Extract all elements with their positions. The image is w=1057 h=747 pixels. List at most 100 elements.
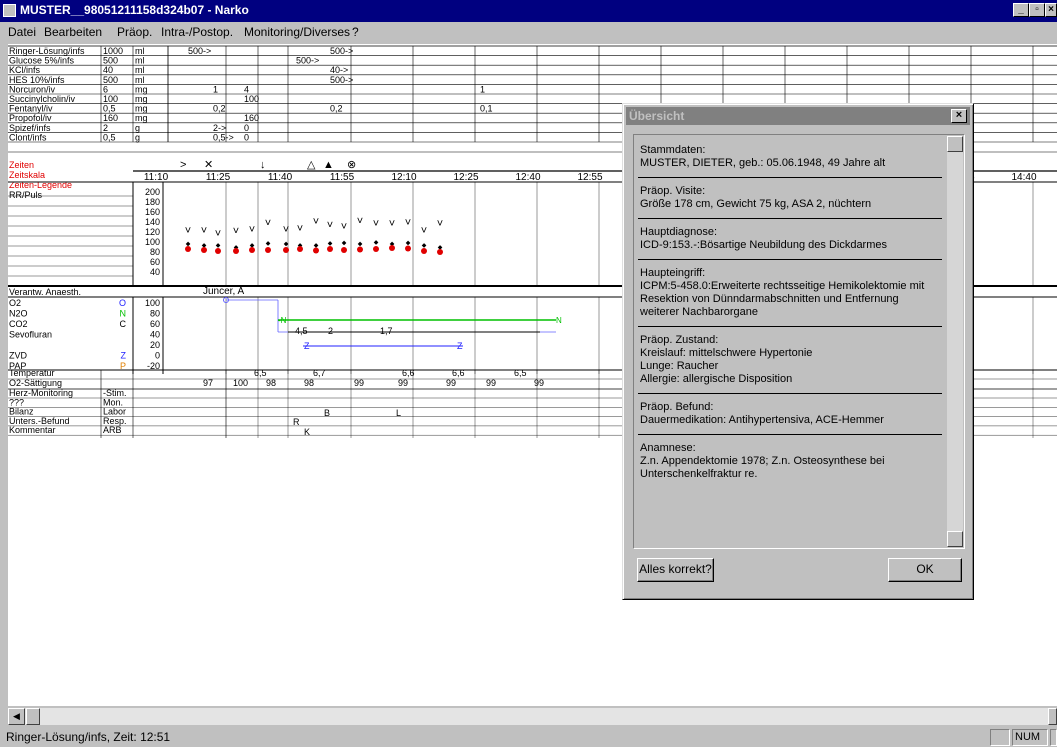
scroll-thumb[interactable] bbox=[26, 708, 40, 725]
med-entry: 100 bbox=[244, 94, 259, 104]
time-scale-label: 12:10 bbox=[391, 172, 416, 183]
med-unit: g bbox=[135, 132, 140, 142]
dialog-title: Übersicht bbox=[629, 109, 685, 123]
horizontal-scrollbar[interactable]: ◀ bbox=[8, 708, 1057, 725]
overview-section: Präop. Zustand: Kreislauf: mittelschwere … bbox=[638, 331, 942, 394]
systolic-mark: ˅ bbox=[313, 216, 319, 228]
pulse-dot bbox=[357, 246, 363, 253]
med-entry: 0,5-> bbox=[213, 132, 234, 142]
time-scale-label: 12:40 bbox=[515, 172, 540, 183]
med-qty: 1000 bbox=[103, 46, 123, 56]
bottom-row-label: Kommentar bbox=[9, 425, 56, 435]
time-scale-label: 14:40 bbox=[1011, 172, 1036, 183]
scroll-left-icon[interactable]: ◀ bbox=[8, 708, 25, 725]
rr-axis-label: 180 bbox=[145, 197, 160, 207]
dialog-vertical-scrollbar[interactable] bbox=[947, 136, 963, 547]
med-entry: 0,2 bbox=[330, 104, 343, 114]
med-entry: 40-> bbox=[330, 65, 348, 75]
temperature-value: 6,5 bbox=[254, 368, 267, 378]
med-name: HES 10%/infs bbox=[9, 75, 65, 85]
o2-saturation-value: 98 bbox=[304, 378, 314, 388]
scroll-down-icon[interactable] bbox=[947, 531, 963, 547]
med-name: Fentanyl/iv bbox=[9, 104, 53, 114]
time-scale-label: 11:10 bbox=[144, 172, 169, 183]
med-entry: 500-> bbox=[188, 46, 211, 56]
menu-bearbeiten[interactable]: Bearbeiten bbox=[44, 25, 102, 39]
mark-k: K bbox=[304, 427, 310, 437]
section-heading: Hauptdiagnose: bbox=[640, 226, 718, 238]
pulse-dot bbox=[327, 246, 333, 252]
section-text: Allergie: allergische Disposition bbox=[640, 373, 793, 385]
menu-praeop[interactable]: Präop. bbox=[117, 25, 152, 39]
time-scale-label: 11:25 bbox=[206, 172, 231, 183]
med-entry: 500-> bbox=[296, 56, 319, 66]
zvd-marker: Z bbox=[304, 341, 310, 351]
event-marker: > bbox=[180, 159, 186, 171]
overview-section: Hauptdiagnose: ICD-9:153.-:Bösartige Neub… bbox=[638, 223, 942, 260]
section-text: MUSTER, DIETER, geb.: 05.06.1948, 49 Jah… bbox=[640, 157, 886, 169]
med-unit: mg bbox=[135, 113, 148, 123]
systolic-mark: ˅ bbox=[405, 217, 411, 229]
pulse-dot bbox=[297, 246, 303, 252]
med-name: Ringer-Lösung/infs bbox=[9, 46, 85, 56]
ok-button[interactable]: OK bbox=[888, 558, 962, 582]
pulse-dot bbox=[283, 247, 289, 253]
med-entry: 500-> bbox=[330, 46, 353, 56]
med-entry: 1 bbox=[213, 84, 218, 94]
med-unit: ml bbox=[135, 65, 145, 75]
scroll-right-icon[interactable] bbox=[1048, 708, 1057, 725]
temperature-value: 6,6 bbox=[402, 368, 415, 378]
section-heading: Präop. Befund: bbox=[640, 401, 714, 413]
alles-korrekt-button[interactable]: Alles korrekt? bbox=[637, 558, 714, 582]
o2-saturation-value: 99 bbox=[486, 378, 496, 388]
restore-button[interactable]: ▫ bbox=[1029, 3, 1045, 17]
gas-unit: Z bbox=[121, 351, 127, 361]
gas-axis-label: 60 bbox=[150, 319, 160, 329]
close-button[interactable]: × bbox=[1045, 3, 1057, 17]
label-o2-saettigung: O2-Sättigung bbox=[9, 378, 62, 388]
diastolic-mark: ◆ bbox=[374, 240, 379, 246]
menu-intra-postop[interactable]: Intra-/Postop. bbox=[161, 25, 233, 39]
overview-text-box[interactable]: Stammdaten: MUSTER, DIETER, geb.: 05.06.1… bbox=[633, 134, 965, 549]
pulse-dot bbox=[265, 247, 271, 253]
overview-section: Haupteingriff: ICPM:5-458.0:Erweiterte re… bbox=[638, 264, 942, 327]
menu-help[interactable]: ? bbox=[352, 25, 359, 39]
gas-axis-label: 20 bbox=[150, 340, 160, 350]
label-zeiten: Zeiten bbox=[9, 160, 34, 170]
menu-monitoring[interactable]: Monitoring/Diverses bbox=[244, 25, 350, 39]
section-text: Lunge: Raucher bbox=[640, 360, 719, 372]
status-field bbox=[990, 729, 1010, 746]
gas-label: ZVD bbox=[9, 351, 28, 361]
systolic-mark: ˅ bbox=[265, 218, 271, 230]
med-name: Clont/infs bbox=[9, 132, 47, 142]
med-entry: 4 bbox=[244, 84, 249, 94]
pulse-dot bbox=[389, 245, 395, 251]
pulse-dot bbox=[201, 247, 207, 253]
section-heading: Stammdaten: bbox=[640, 144, 706, 156]
temperature-value: 6,5 bbox=[514, 368, 527, 378]
event-marker: △ bbox=[307, 159, 316, 171]
med-qty: 100 bbox=[103, 94, 118, 104]
pulse-dot bbox=[233, 248, 239, 254]
status-bar: Ringer-Lösung/infs, Zeit: 12:51 NUM bbox=[0, 727, 1057, 747]
minimize-button[interactable]: _ bbox=[1013, 3, 1029, 17]
med-entry: 0,2 bbox=[213, 104, 226, 114]
scroll-up-icon[interactable] bbox=[947, 136, 963, 152]
section-text: Dauermedikation: Antihypertensiva, ACE-H… bbox=[640, 414, 884, 426]
overview-section: Präop. Befund: Dauermedikation: Antihyper… bbox=[638, 398, 942, 435]
med-qty: 6 bbox=[103, 84, 108, 94]
dialog-close-button[interactable]: × bbox=[951, 109, 967, 123]
label-verantw-anaesth: Verantw. Anaesth. bbox=[9, 287, 81, 297]
menu-datei[interactable]: Datei bbox=[8, 25, 36, 39]
title-bar[interactable]: MUSTER__98051211158d324b07 - Narko _ ▫ × bbox=[0, 0, 1057, 22]
mark-l: L bbox=[396, 408, 401, 418]
pulse-dot bbox=[373, 246, 379, 252]
dialog-title-bar[interactable]: Übersicht × bbox=[626, 107, 970, 125]
event-marker: ✕ bbox=[204, 159, 213, 171]
systolic-mark: ˅ bbox=[341, 221, 347, 233]
systolic-mark: ˅ bbox=[297, 223, 303, 235]
rr-axis-label: 200 bbox=[145, 187, 160, 197]
gas-unit: C bbox=[120, 319, 127, 329]
med-unit: mg bbox=[135, 84, 148, 94]
section-heading: Anamnese: bbox=[640, 442, 696, 454]
